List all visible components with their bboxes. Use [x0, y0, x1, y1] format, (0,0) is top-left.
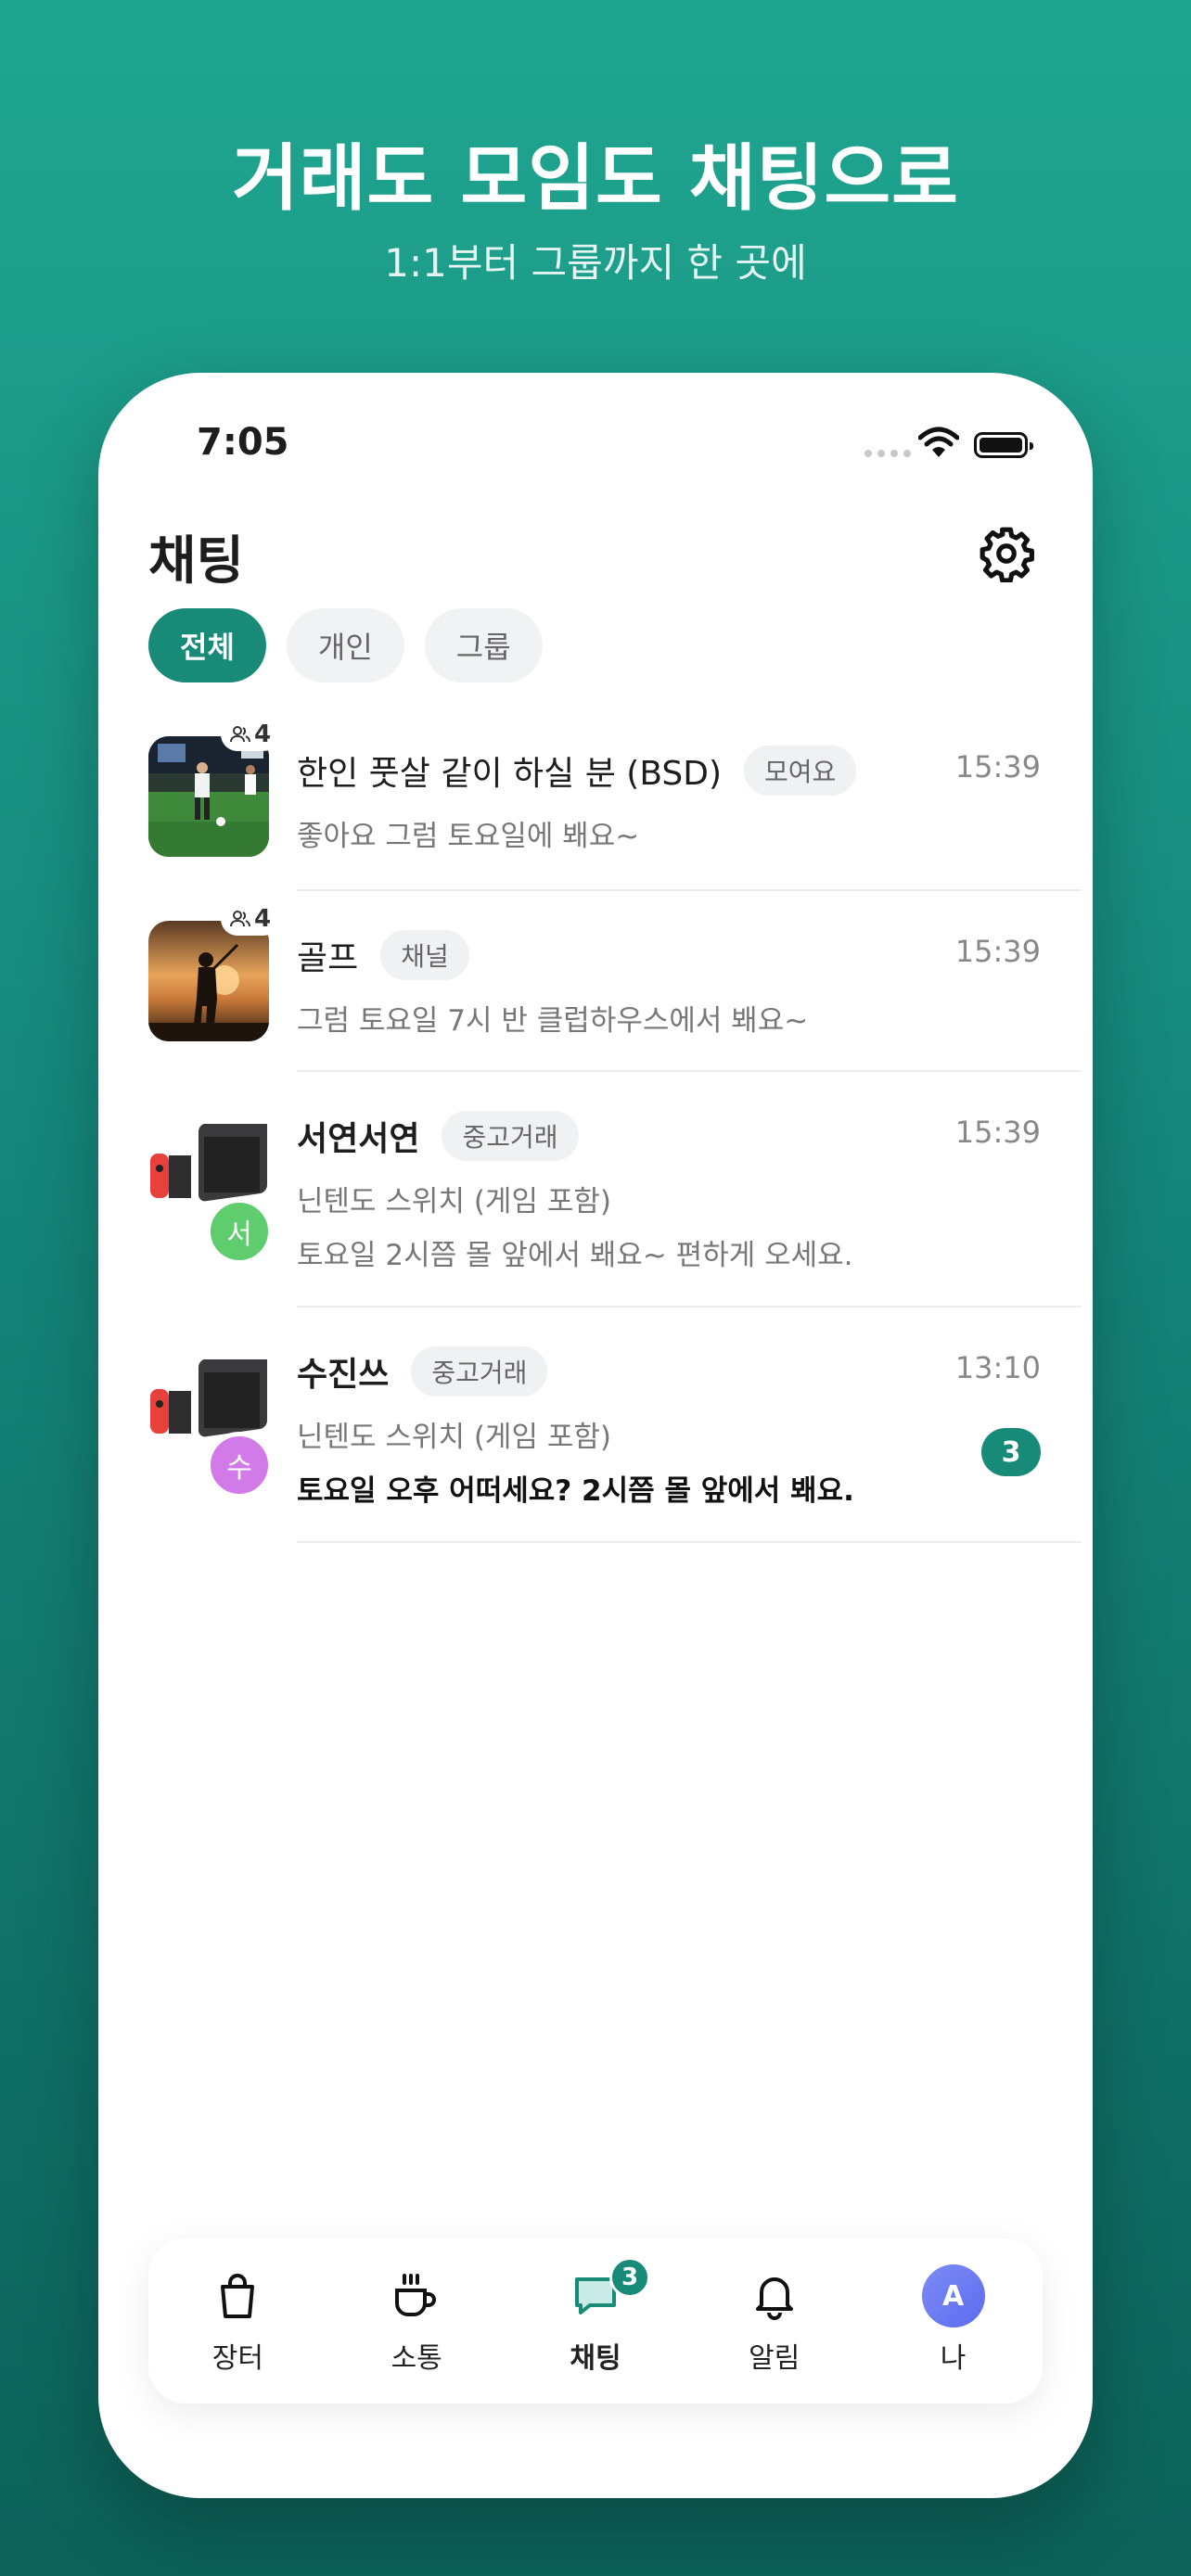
avatar-initial: 수	[226, 1452, 252, 1485]
page-title: 채팅	[148, 531, 245, 592]
chat-row[interactable]: 4 골프 채널 15:39 그럼 토요일 7시 반 클럽하우스에서 봬요~	[98, 891, 1093, 1072]
filter-chip-personal[interactable]: 개인	[286, 608, 404, 682]
filter-tabs: 전체 개인 그룹	[148, 608, 543, 682]
chat-name-line: 골프 채널	[297, 930, 469, 980]
cellular-signal-icon	[864, 450, 911, 457]
filter-chip-group[interactable]: 그룹	[424, 608, 543, 682]
tab-label: 채팅	[570, 2342, 621, 2375]
bottom-tab-bar: 장터 소통 3 채팅 알림 A 나	[148, 2238, 1043, 2404]
member-count: 4	[254, 721, 272, 748]
tab-me[interactable]: A 나	[884, 2264, 1023, 2376]
member-count-badge: 4	[221, 718, 281, 751]
shopping-bag-icon	[221, 2274, 255, 2318]
chat-row[interactable]: 서 서연서연 중고거래 15:39 닌텐도 스위치 (게임 포함) 토요일 2시…	[98, 1072, 1093, 1307]
tab-label: 소통	[391, 2342, 442, 2375]
chat-name-line: 한인 풋살 같이 하실 분 (BSD) 모여요	[297, 746, 857, 796]
user-avatar: 서	[206, 1198, 273, 1265]
row-divider	[297, 1541, 1082, 1543]
tab-label: 장터	[211, 2342, 263, 2375]
chat-category-tag: 중고거래	[411, 1346, 548, 1396]
chat-row[interactable]: 수 수진쓰 중고거래 13:10 닌텐도 스위치 (게임 포함) 토요일 오후 …	[98, 1307, 1093, 1543]
chat-name-line: 수진쓰 중고거래	[297, 1346, 548, 1396]
chat-preview: 토요일 2시쯤 몰 앞에서 봬요~ 편하게 오세요.	[297, 1239, 853, 1272]
chat-name: 골프	[297, 939, 359, 977]
tab-community[interactable]: 소통	[347, 2266, 486, 2376]
bell-icon	[755, 2277, 793, 2320]
tab-notifications[interactable]: 알림	[705, 2266, 844, 2376]
chat-item-title: 닌텐도 스위치 (게임 포함)	[297, 1185, 611, 1218]
chat-thumbnail-futsal	[148, 736, 269, 857]
unread-count-badge: 3	[981, 1428, 1041, 1476]
member-count-badge: 4	[221, 902, 281, 936]
chat-name-line: 서연서연 중고거래	[297, 1111, 579, 1161]
chat-list: 4 한인 풋살 같이 하실 분 (BSD) 모여요 15:39 좋아요 그럼 토…	[98, 710, 1093, 1543]
chat-item-title: 닌텐도 스위치 (게임 포함)	[297, 1421, 611, 1454]
avatar-initial: 서	[226, 1218, 252, 1251]
chat-preview: 토요일 오후 어떠세요? 2시쯤 몰 앞에서 봬요.	[297, 1474, 854, 1508]
chat-name: 서연서연	[297, 1120, 420, 1158]
chat-time: 15:39	[954, 934, 1041, 969]
chat-name: 수진쓰	[297, 1356, 390, 1394]
people-icon	[230, 911, 250, 927]
gear-icon[interactable]	[978, 525, 1035, 582]
tab-badge: 3	[608, 2257, 650, 2298]
chat-category-tag: 채널	[380, 930, 469, 980]
user-avatar: 수	[206, 1432, 273, 1498]
member-count: 4	[254, 905, 272, 933]
chat-time: 15:39	[954, 1115, 1041, 1150]
avatar: A	[921, 2264, 985, 2327]
chat-preview: 그럼 토요일 7시 반 클럽하우스에서 봬요~	[297, 1004, 809, 1038]
status-time: 7:05	[197, 421, 289, 464]
tab-label: 알림	[749, 2342, 800, 2375]
tab-label: 나	[940, 2342, 967, 2375]
promo-title: 거래도 모임도 채팅으로	[232, 137, 959, 221]
phone-frame: 7:05 채팅 전체 개인 그룹 4 한인 풋살 같이 하실 분 (BSD) 모…	[98, 373, 1093, 2498]
promo-subtitle: 1:1부터 그룹까지 한 곳에	[384, 240, 807, 286]
coffee-cup-icon	[395, 2274, 437, 2316]
chat-time: 15:39	[954, 749, 1041, 784]
wifi-icon	[918, 427, 959, 457]
chat-name: 한인 풋살 같이 하실 분 (BSD)	[297, 755, 723, 793]
chat-category-tag: 모여요	[744, 746, 857, 796]
chat-thumbnail-golf	[148, 921, 269, 1041]
chat-row[interactable]: 4 한인 풋살 같이 하실 분 (BSD) 모여요 15:39 좋아요 그럼 토…	[98, 710, 1093, 891]
status-bar: 7:05	[98, 373, 1093, 512]
chat-time: 13:10	[954, 1350, 1041, 1385]
chat-preview: 좋아요 그럼 토요일에 봬요~	[297, 820, 640, 853]
chat-category-tag: 중고거래	[442, 1111, 579, 1161]
people-icon	[230, 726, 250, 743]
filter-chip-all[interactable]: 전체	[148, 608, 266, 682]
battery-icon	[974, 432, 1033, 458]
tab-chat[interactable]: 3 채팅	[526, 2257, 665, 2376]
tab-market[interactable]: 장터	[168, 2266, 307, 2376]
